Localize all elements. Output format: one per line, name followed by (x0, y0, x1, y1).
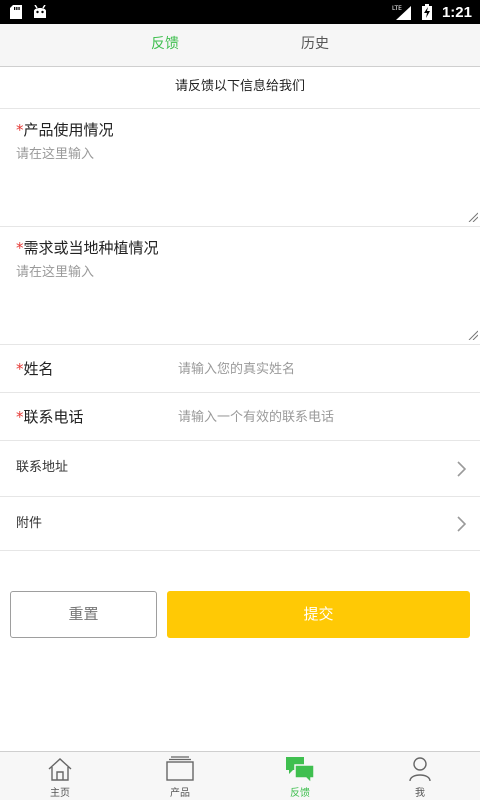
nav-product[interactable]: 产品 (120, 752, 240, 801)
usage-label: *产品使用情况 (16, 119, 114, 140)
status-right: LTE 1:21 (392, 4, 472, 21)
name-row: *姓名 (0, 345, 480, 393)
resize-grip-icon[interactable] (468, 330, 478, 340)
nav-me[interactable]: 我 (360, 752, 480, 801)
status-bar: LTE 1:21 (0, 0, 480, 24)
phone-label-text: 联系电话 (23, 408, 84, 426)
android-debug-icon (34, 5, 46, 18)
sd-card-icon (10, 5, 22, 19)
phone-label: *联系电话 (16, 406, 84, 427)
name-input[interactable] (178, 359, 470, 379)
submit-button[interactable]: 提交 (167, 591, 470, 638)
attachment-label: 附件 (16, 516, 43, 531)
nav-feedback-label: 反馈 (290, 788, 310, 799)
home-icon (48, 758, 72, 781)
usage-textarea[interactable] (16, 143, 478, 222)
status-time: 1:21 (441, 3, 472, 21)
name-label: *姓名 (16, 358, 54, 379)
attachment-row[interactable]: 附件 (0, 497, 480, 551)
required-mark: * (16, 239, 24, 257)
battery-charging-icon (421, 4, 432, 20)
intro-text: 请反馈以下信息给我们 (0, 67, 480, 109)
status-left (10, 5, 48, 19)
svg-text:LTE: LTE (392, 5, 402, 12)
needs-label: *需求或当地种植情况 (16, 237, 159, 258)
needs-section: *需求或当地种植情况 (0, 227, 480, 345)
resize-grip-icon[interactable] (468, 212, 478, 222)
required-mark: * (16, 121, 24, 139)
usage-label-text: 产品使用情况 (23, 121, 114, 139)
reset-button[interactable]: 重置 (10, 591, 157, 638)
nav-me-label: 我 (415, 788, 425, 799)
tab-history[interactable]: 历史 (301, 24, 329, 66)
usage-section: *产品使用情况 (0, 109, 480, 227)
chevron-right-icon (457, 461, 466, 477)
address-row[interactable]: 联系地址 (0, 441, 480, 497)
feedback-tabs: 反馈 历史 (0, 24, 480, 67)
name-label-text: 姓名 (23, 360, 54, 378)
needs-label-text: 需求或当地种植情况 (23, 239, 159, 257)
address-label: 联系地址 (16, 460, 69, 475)
nav-home-label: 主页 (50, 788, 70, 799)
product-icon (166, 756, 194, 781)
phone-input[interactable] (178, 407, 470, 427)
nav-product-label: 产品 (170, 788, 190, 799)
needs-textarea[interactable] (16, 261, 478, 340)
required-mark: * (16, 360, 24, 378)
chat-bubbles-icon (286, 757, 315, 784)
bottom-nav: 主页 产品 反馈 我 (0, 751, 480, 800)
tab-feedback[interactable]: 反馈 (151, 24, 179, 66)
chevron-right-icon (457, 516, 466, 532)
person-icon (409, 757, 431, 782)
nav-home[interactable]: 主页 (0, 752, 120, 801)
nav-feedback[interactable]: 反馈 (240, 752, 360, 801)
lte-signal-icon: LTE (392, 5, 411, 20)
phone-row: *联系电话 (0, 393, 480, 441)
required-mark: * (16, 408, 24, 426)
